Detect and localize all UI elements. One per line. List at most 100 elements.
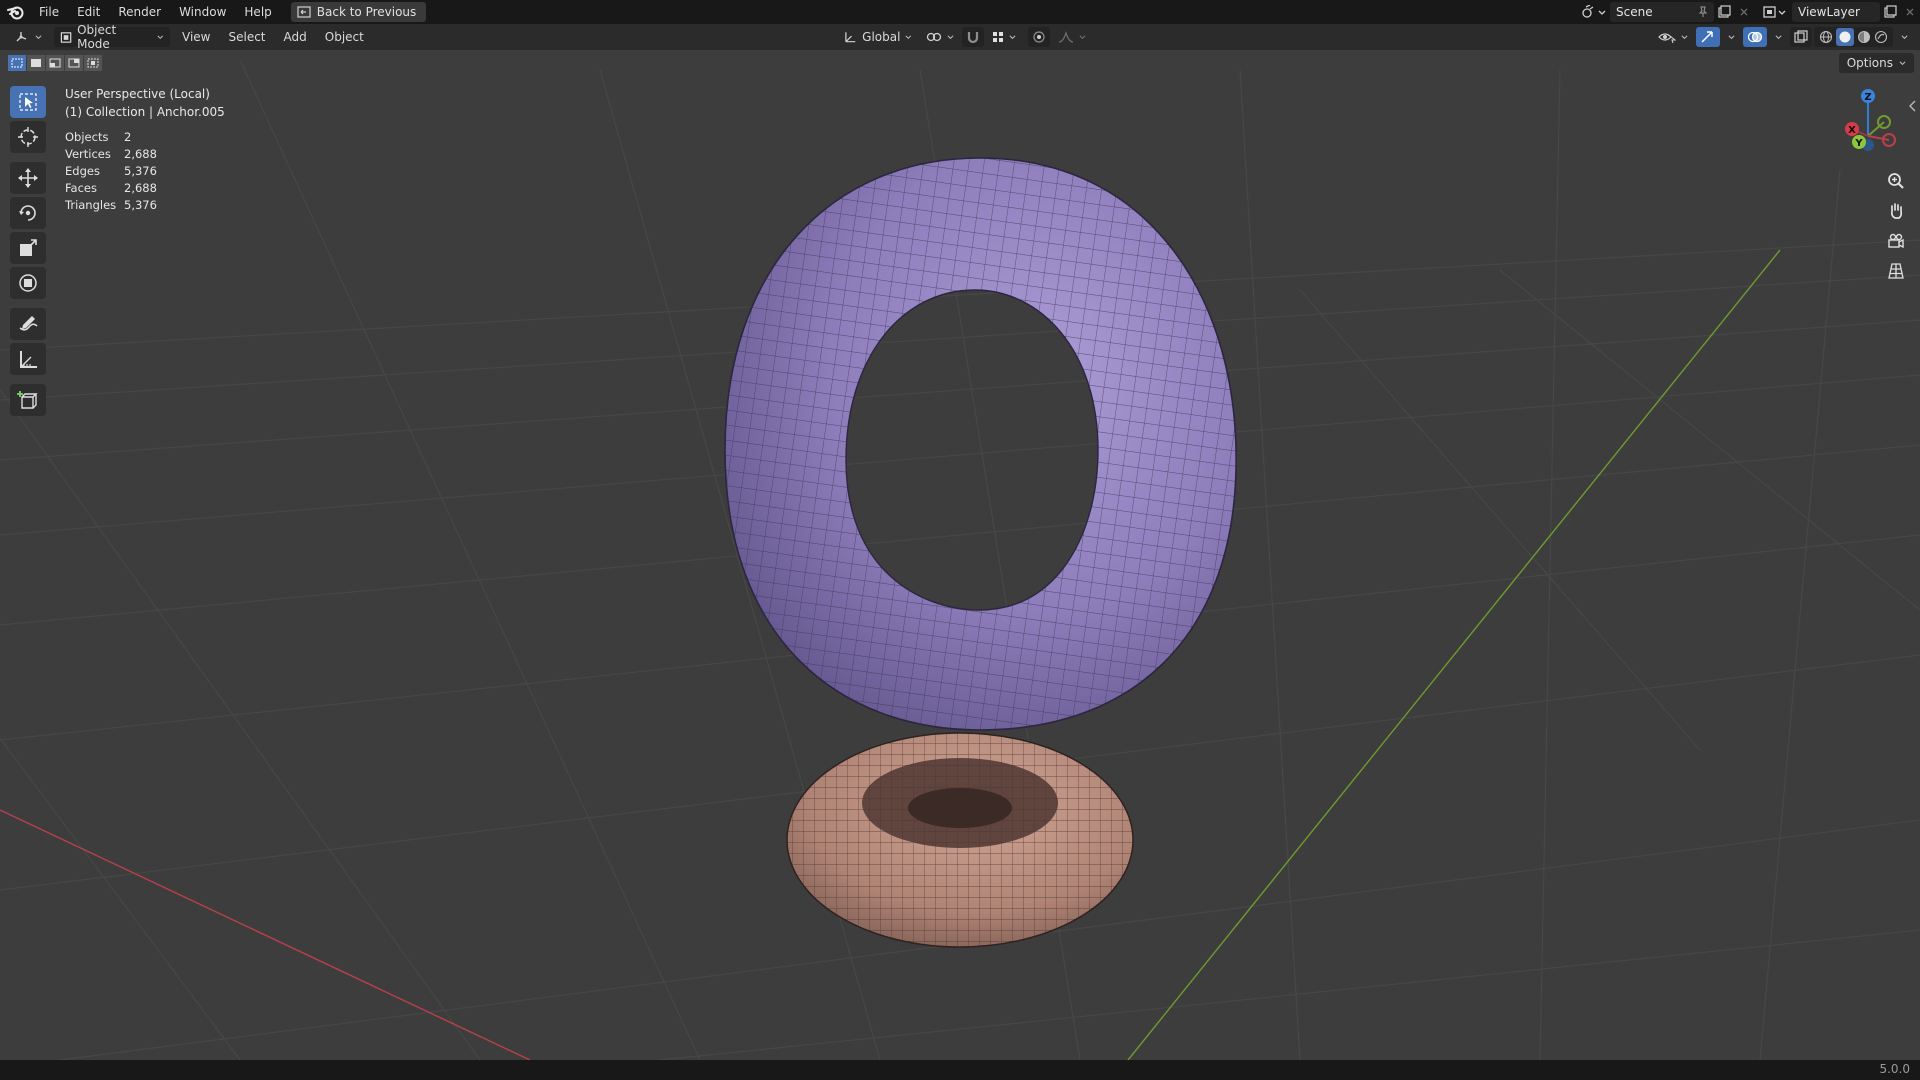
camera-view-button[interactable]: [1882, 227, 1910, 255]
scene-selector-icon[interactable]: [1578, 2, 1610, 22]
menu-render[interactable]: Render: [109, 0, 170, 24]
solid-shading-button[interactable]: [1836, 28, 1854, 46]
select-intersect-button[interactable]: [84, 55, 102, 71]
gizmo-z-label: Z: [1864, 92, 1871, 103]
new-scene-icon[interactable]: [1714, 2, 1734, 22]
back-to-previous-label: Back to Previous: [316, 5, 417, 19]
collection-label: (1) Collection | Anchor.005: [65, 105, 225, 119]
3d-cursor-icon: [18, 127, 38, 147]
pan-view-button[interactable]: [1882, 197, 1910, 225]
menu-edit[interactable]: Edit: [68, 0, 109, 24]
overlays-dropdown[interactable]: [1769, 27, 1788, 47]
chevron-down-icon: [1901, 34, 1908, 39]
header-right-tools: [1652, 27, 1914, 47]
object-mode-label: Object Mode: [77, 23, 117, 51]
menu-help[interactable]: Help: [235, 0, 280, 24]
pivot-point-dropdown[interactable]: [920, 27, 960, 47]
3d-viewport[interactable]: Options User Perspective (Local) (1) Col…: [0, 50, 1920, 1060]
select-subtract-icon: [49, 58, 61, 68]
measure-ruler-icon: [20, 351, 37, 368]
back-to-previous-button[interactable]: Back to Previous: [290, 2, 427, 22]
zoom-view-button[interactable]: [1882, 167, 1910, 195]
xray-toggle[interactable]: [1790, 27, 1812, 47]
view-layer-selector-icon[interactable]: [1760, 2, 1792, 22]
snap-grid-icon: [993, 32, 1003, 42]
tool-annotate[interactable]: [10, 308, 46, 340]
menu-add[interactable]: Add: [278, 27, 313, 47]
wireframe-shading-icon[interactable]: [1819, 30, 1833, 44]
gizmo-dropdown[interactable]: [1722, 27, 1741, 47]
stat-row: Objects 2: [65, 130, 157, 147]
snap-toggle[interactable]: [962, 27, 984, 47]
chevron-down-icon: [1899, 60, 1906, 65]
proportional-editing-toggle[interactable]: [1028, 27, 1050, 47]
tool-measure[interactable]: [10, 343, 46, 375]
gizmo-y-label: Y: [1854, 138, 1863, 149]
stat-label: Objects: [65, 130, 109, 144]
menu-object[interactable]: Object: [319, 27, 370, 47]
material-preview-icon[interactable]: [1857, 30, 1871, 44]
tool-transform[interactable]: [10, 267, 46, 299]
scene-statistics: Objects 2 Vertices 2,688 Edges 5,376 Faces 2…: [65, 130, 157, 215]
select-set-icon: [11, 58, 23, 68]
tool-cursor[interactable]: [10, 121, 46, 153]
shading-dropdown[interactable]: [1895, 27, 1914, 47]
sidebar-collapse-arrow-icon[interactable]: [1908, 100, 1918, 112]
menu-file[interactable]: File: [30, 0, 68, 24]
delete-scene-icon[interactable]: [1734, 2, 1754, 22]
transform-orientation-dropdown[interactable]: Global: [838, 27, 918, 47]
delete-view-layer-icon[interactable]: [1900, 2, 1920, 22]
falloff-curve-icon: [1058, 31, 1074, 43]
select-invert-icon: [68, 58, 80, 68]
tool-rotate[interactable]: [10, 197, 46, 229]
scene-name-field[interactable]: Scene: [1610, 2, 1714, 22]
chevron-down-icon: [1681, 34, 1688, 39]
chevron-down-icon: [35, 34, 42, 39]
tool-add-cube[interactable]: [10, 384, 46, 416]
select-invert-button[interactable]: [65, 55, 83, 71]
snap-target-dropdown[interactable]: [986, 27, 1022, 47]
select-subtract-button[interactable]: [46, 55, 64, 71]
stat-label: Faces: [65, 181, 97, 195]
solid-shading-icon: [1839, 31, 1851, 43]
annotate-pencil-icon: [19, 316, 38, 331]
stat-label: Triangles: [65, 198, 117, 212]
tool-scale[interactable]: [10, 232, 46, 264]
version-label: 5.0.0: [1879, 1062, 1910, 1076]
menu-window[interactable]: Window: [170, 0, 235, 24]
view-layer-name: ViewLayer: [1798, 5, 1860, 19]
object-mode-dropdown[interactable]: Object Mode: [54, 23, 170, 51]
menu-select[interactable]: Select: [222, 27, 271, 47]
options-dropdown[interactable]: Options: [1838, 53, 1914, 73]
proportional-falloff-dropdown[interactable]: [1052, 27, 1092, 47]
tool-move[interactable]: [10, 162, 46, 194]
pin-icon[interactable]: [1698, 6, 1708, 18]
new-view-layer-icon[interactable]: [1880, 2, 1900, 22]
zoom-magnifier-icon: [1888, 173, 1904, 189]
tool-select-box[interactable]: [10, 86, 46, 118]
perspective-label: User Perspective (Local): [65, 87, 210, 101]
scale-icon: [20, 239, 37, 256]
transform-icon: [19, 274, 37, 292]
pink-torus[interactable]: [786, 732, 1134, 948]
stat-value: 2,688: [124, 181, 157, 195]
overlays-toggle[interactable]: [1743, 27, 1767, 47]
blender-logo-icon[interactable]: [2, 0, 30, 24]
selectability-visibility-dropdown[interactable]: [1652, 27, 1694, 47]
chevron-down-icon: [1009, 34, 1016, 39]
select-box-icon: [19, 93, 37, 111]
editor-type-button[interactable]: [8, 27, 48, 47]
chevron-down-icon: [947, 34, 954, 39]
select-extend-button[interactable]: [27, 55, 45, 71]
stat-value: 2: [124, 130, 132, 144]
chevron-down-icon: [157, 35, 164, 39]
select-set-button[interactable]: [8, 55, 26, 71]
proportional-edit-icon: [1033, 31, 1045, 43]
menu-view[interactable]: View: [176, 27, 216, 47]
rendered-shading-icon[interactable]: [1874, 30, 1888, 44]
top-menubar: File Edit Render Window Help Back to Pre…: [0, 0, 1920, 24]
perspective-grid-icon: [1888, 263, 1904, 279]
view-layer-field[interactable]: ViewLayer: [1792, 2, 1880, 22]
gizmo-toggle[interactable]: [1696, 27, 1720, 47]
perspective-toggle-button[interactable]: [1882, 257, 1910, 285]
